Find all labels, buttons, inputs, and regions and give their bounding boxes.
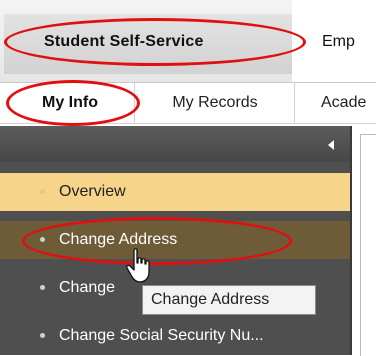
bullet-icon	[40, 237, 45, 243]
bullet-icon	[40, 333, 45, 339]
sub-tab-bar: My Info My Records Acade	[0, 83, 376, 124]
top-tab-bar: Student Self-Service Emp	[0, 0, 376, 83]
sidebar: Overview Change Address Change Change So…	[0, 126, 352, 355]
sidebar-item-label: Change Address	[59, 231, 178, 248]
tab-label: Emp	[322, 33, 355, 50]
sidebar-item-label: Change Social Security Nu...	[59, 327, 264, 344]
sidebar-header	[0, 126, 350, 162]
content-frame	[360, 134, 376, 356]
hand-pointer-icon	[126, 248, 150, 283]
tab-label: Student Self-Service	[44, 33, 204, 50]
tab-my-info[interactable]: My Info	[10, 83, 130, 123]
tab-my-records[interactable]: My Records	[134, 83, 295, 123]
sidebar-item-label: Change	[59, 279, 116, 296]
tab-student-self-service[interactable]: Student Self-Service	[4, 14, 293, 74]
sidebar-item-change-address[interactable]: Change Address	[0, 221, 350, 259]
tooltip: Change Address	[142, 285, 316, 315]
chevron-left-icon[interactable]	[328, 140, 334, 150]
sidebar-item-label: Overview	[59, 183, 126, 200]
sidebar-item-overview[interactable]: Overview	[0, 173, 350, 211]
tab-academics[interactable]: Acade	[294, 83, 376, 123]
bullet-icon	[40, 189, 45, 195]
tab-employee[interactable]: Emp	[292, 0, 376, 82]
bullet-icon	[40, 285, 45, 291]
sidebar-item-change-ssn[interactable]: Change Social Security Nu...	[0, 317, 350, 355]
